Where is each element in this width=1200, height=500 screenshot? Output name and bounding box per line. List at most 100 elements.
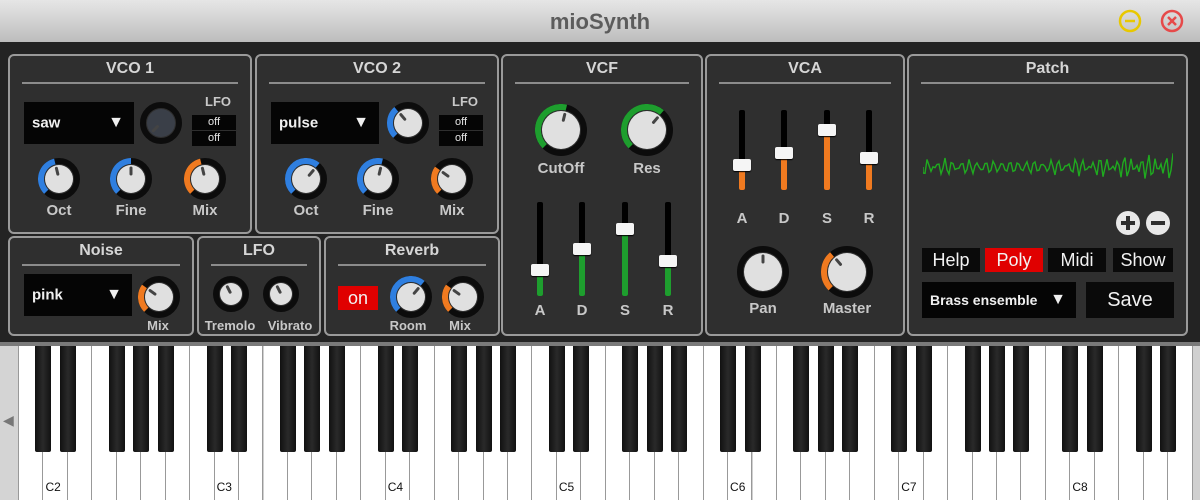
- help-button[interactable]: Help: [922, 248, 980, 272]
- vcf-sustain-fader[interactable]: [616, 202, 634, 296]
- lfo-vibrato-label: Vibrato: [267, 318, 313, 333]
- black-key[interactable]: [157, 346, 174, 452]
- vca-sustain-fader[interactable]: [818, 110, 836, 190]
- midi-button[interactable]: Midi: [1048, 248, 1106, 272]
- fader-handle[interactable]: [860, 152, 878, 165]
- vco2-mix-knob[interactable]: [431, 158, 473, 200]
- show-button[interactable]: Show: [1113, 248, 1173, 272]
- vco2-fine-knob[interactable]: [357, 158, 399, 200]
- reverb-panel: Reverb on Room Mix: [324, 236, 500, 336]
- fader-handle[interactable]: [659, 255, 677, 268]
- fader-handle[interactable]: [818, 123, 836, 136]
- vca-d-label: D: [778, 210, 790, 227]
- fader-handle[interactable]: [775, 147, 793, 160]
- black-key[interactable]: [817, 346, 834, 452]
- vco1-lfo-knob[interactable]: [140, 102, 182, 144]
- chevron-down-icon: ▼: [353, 114, 369, 131]
- lfo-vibrato-knob[interactable]: [263, 276, 299, 312]
- reverb-room-knob[interactable]: [390, 276, 432, 318]
- black-key[interactable]: [206, 346, 223, 452]
- black-key[interactable]: [671, 346, 688, 452]
- black-key[interactable]: [59, 346, 76, 452]
- vcf-decay-fader[interactable]: [573, 202, 591, 296]
- reverb-room-label: Room: [389, 318, 427, 333]
- vca-attack-fader[interactable]: [733, 110, 751, 190]
- noise-mix-knob[interactable]: [138, 276, 180, 318]
- black-key[interactable]: [500, 346, 516, 452]
- black-key[interactable]: [720, 346, 737, 452]
- vca-title: VCA: [719, 60, 891, 84]
- vcf-s-label: S: [619, 302, 630, 319]
- zoom-out-icon[interactable]: [1145, 210, 1171, 241]
- vco1-fine-knob[interactable]: [110, 158, 152, 200]
- fader-handle[interactable]: [733, 158, 751, 171]
- black-key[interactable]: [451, 346, 468, 452]
- black-key[interactable]: [377, 346, 394, 452]
- fader-handle[interactable]: [531, 263, 549, 276]
- vca-decay-fader[interactable]: [775, 110, 793, 190]
- black-key[interactable]: [1086, 346, 1103, 452]
- lfo-tremolo-label: Tremolo: [204, 318, 256, 333]
- black-key[interactable]: [793, 346, 810, 452]
- black-key[interactable]: [622, 346, 639, 452]
- zoom-in-icon[interactable]: [1115, 210, 1141, 241]
- black-key[interactable]: [279, 346, 296, 452]
- vca-release-fader[interactable]: [860, 110, 878, 190]
- vca-pan-knob[interactable]: [737, 246, 789, 298]
- black-key[interactable]: [915, 346, 932, 452]
- black-key[interactable]: [133, 346, 150, 452]
- vca-master-knob[interactable]: [821, 246, 873, 298]
- vco2-waveform-select[interactable]: pulse ▼: [271, 102, 379, 144]
- vcf-release-fader[interactable]: [659, 202, 677, 296]
- vco2-lfo-knob[interactable]: [387, 102, 429, 144]
- black-key[interactable]: [1013, 346, 1030, 452]
- black-key[interactable]: [1062, 346, 1079, 452]
- octave-label: C6: [730, 480, 746, 494]
- noise-type-select[interactable]: pink ▼: [24, 274, 132, 316]
- poly-button[interactable]: Poly: [985, 248, 1043, 272]
- vcf-r-label: R: [662, 302, 674, 319]
- vco2-lfo2-toggle[interactable]: off: [439, 131, 483, 146]
- black-key[interactable]: [842, 346, 859, 452]
- black-key[interactable]: [646, 346, 663, 452]
- vco2-lfo1-toggle[interactable]: off: [439, 115, 483, 130]
- vco1-waveform-value: saw: [32, 114, 61, 132]
- close-icon[interactable]: [1160, 9, 1184, 33]
- black-key[interactable]: [548, 346, 565, 452]
- vco1-lfo2-toggle[interactable]: off: [192, 131, 236, 146]
- black-key[interactable]: [402, 346, 419, 452]
- vco1-oct-knob[interactable]: [38, 158, 80, 200]
- fader-handle[interactable]: [573, 243, 591, 255]
- vco2-oct-knob[interactable]: [285, 158, 327, 200]
- black-key[interactable]: [108, 346, 125, 452]
- black-key[interactable]: [35, 346, 52, 452]
- reverb-mix-knob[interactable]: [442, 276, 484, 318]
- vco1-lfo1-toggle[interactable]: off: [192, 115, 236, 130]
- black-key[interactable]: [231, 346, 248, 452]
- vcf-cutoff-knob[interactable]: [535, 104, 587, 156]
- black-key[interactable]: [1160, 346, 1177, 452]
- black-key[interactable]: [989, 346, 1005, 452]
- vco1-waveform-select[interactable]: saw ▼: [24, 102, 134, 144]
- black-key[interactable]: [891, 346, 908, 452]
- octave-label: C5: [558, 480, 575, 494]
- black-key[interactable]: [304, 346, 321, 452]
- lfo-tremolo-knob[interactable]: [213, 276, 249, 312]
- minimize-icon[interactable]: [1118, 9, 1142, 33]
- black-key[interactable]: [573, 346, 590, 452]
- fader-handle[interactable]: [616, 222, 634, 235]
- piano-keyboard[interactable]: ◀ C2 C3 C4 C5 C6 C7 C8: [0, 342, 1200, 500]
- black-key[interactable]: [1135, 346, 1152, 452]
- black-key[interactable]: [744, 346, 761, 452]
- reverb-on-toggle[interactable]: on: [338, 286, 378, 310]
- vco1-mix-knob[interactable]: [184, 158, 226, 200]
- black-key[interactable]: [475, 346, 492, 452]
- preset-select[interactable]: Brass ensemble ▼: [922, 282, 1076, 318]
- vcf-res-knob[interactable]: [621, 104, 673, 156]
- black-key[interactable]: [964, 346, 981, 452]
- waveform-display: [923, 153, 1173, 179]
- black-key[interactable]: [328, 346, 345, 452]
- scroll-left-button[interactable]: ◀: [0, 346, 19, 500]
- vcf-attack-fader[interactable]: [531, 202, 549, 296]
- save-button[interactable]: Save: [1086, 282, 1174, 318]
